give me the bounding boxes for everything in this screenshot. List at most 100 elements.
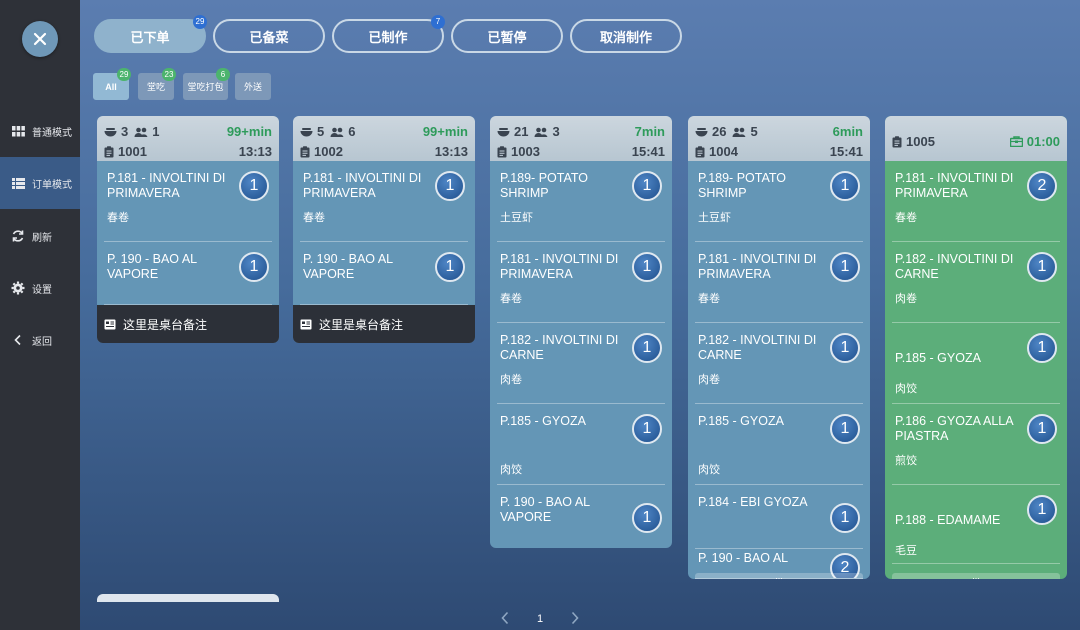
ellipsis-icon: ... — [775, 571, 783, 580]
item-quantity[interactable]: 1 — [632, 333, 662, 363]
item-chinese-name: 春卷 — [303, 212, 325, 224]
order-item[interactable]: P. 190 - BAO AL VAPORE 1 — [497, 485, 665, 548]
item-name: P. 190 - BAO AL VAPORE — [303, 252, 393, 281]
filter-all[interactable]: All 29 — [93, 68, 131, 100]
close-button[interactable] — [22, 21, 58, 57]
order-item[interactable]: P.185 - GYOZA 肉饺 1 — [497, 404, 665, 485]
item-quantity[interactable]: 1 — [830, 333, 860, 363]
sidebar-item-refresh[interactable]: 刷新 — [0, 210, 80, 262]
order-item[interactable]: P.185 - GYOZA 肉饺 1 — [892, 323, 1060, 404]
order-card[interactable]: 26 5 6min 1004 15:41 P.189- POTATO SHRIM… — [688, 116, 870, 579]
filter-dine-in-takeaway[interactable]: 堂吃打包 6 — [183, 68, 230, 100]
bowl-icon — [300, 127, 313, 137]
item-quantity[interactable]: 1 — [435, 171, 465, 201]
item-quantity[interactable]: 1 — [830, 414, 860, 444]
prev-page-button[interactable] — [500, 611, 510, 628]
item-quantity[interactable]: 1 — [1027, 333, 1057, 363]
order-item[interactable]: P.186 - GYOZA ALLA PIASTRA 煎饺 1 — [892, 404, 1060, 485]
order-item[interactable]: P.182 - INVOLTINI DI CARNE 肉卷 1 — [892, 242, 1060, 323]
tab-prepared[interactable]: 已备菜 — [213, 19, 325, 53]
item-chinese-name: 肉饺 — [895, 383, 917, 395]
item-quantity[interactable]: 1 — [1027, 414, 1057, 444]
item-quantity[interactable]: 1 — [239, 171, 269, 201]
current-page: 1 — [536, 613, 544, 625]
item-chinese-name: 肉卷 — [895, 293, 917, 305]
guest-count: 5 — [317, 124, 325, 139]
order-item[interactable]: P.184 - EBI GYOZA 1 — [695, 485, 863, 549]
note-icon — [300, 319, 312, 330]
order-card[interactable]: 21 3 7min 1003 15:41 P.189- POTATO SHRIM… — [490, 116, 672, 548]
order-item[interactable]: P.189- POTATO SHRIMP 土豆虾 1 — [695, 161, 863, 242]
order-item[interactable]: P.182 - INVOLTINI DI CARNE 肉卷 1 — [695, 323, 863, 404]
tab-made[interactable]: 已制作 7 — [332, 15, 445, 53]
order-item[interactable]: P.181 - INVOLTINI DI PRIMAVERA 春卷 1 — [300, 161, 468, 242]
item-chinese-name: 肉卷 — [500, 374, 522, 386]
order-card-header: 5 6 99+min 1002 13:13 — [293, 116, 475, 161]
order-card[interactable]: 3 1 99+min 1001 13:13 P.181 - INVOLTINI … — [97, 116, 279, 343]
people-count: 5 — [750, 124, 758, 139]
item-quantity[interactable]: 2 — [1027, 171, 1057, 201]
item-name: P.186 - GYOZA ALLA PIASTRA — [895, 414, 1013, 443]
item-chinese-name: 肉饺 — [698, 464, 720, 476]
order-item[interactable]: P. 190 - BAO AL VAPORE 1 — [300, 242, 468, 305]
people-count: 3 — [552, 124, 560, 139]
item-quantity[interactable]: 1 — [632, 503, 662, 533]
item-quantity[interactable]: 1 — [435, 252, 465, 282]
tab-count-badge: 29 — [193, 15, 207, 29]
order-number: 1002 — [314, 144, 343, 159]
filter-count-badge: 29 — [117, 68, 131, 81]
sidebar-item-normal-mode[interactable]: 普通模式 — [0, 105, 80, 157]
order-card[interactable]: 5 6 99+min 1002 13:13 P.181 - INVOLTINI … — [293, 116, 475, 343]
order-item[interactable]: P.181 - INVOLTINI DI PRIMAVERA 春卷 1 — [695, 242, 863, 323]
order-card[interactable]: 1005 01:00 P.181 - INVOLTINI DI PRIMAVER… — [885, 116, 1067, 579]
order-item[interactable]: P. 190 - BAO AL VAPORE 1 — [104, 242, 272, 305]
sidebar-item-back[interactable]: 返回 — [0, 314, 80, 366]
item-quantity[interactable]: 1 — [830, 171, 860, 201]
tab-cancelled[interactable]: 取消制作 — [570, 19, 682, 53]
sidebar-item-order-mode[interactable]: 订单模式 — [0, 157, 80, 209]
filter-dine-in[interactable]: 堂吃 23 — [138, 68, 176, 100]
pagination: 1 — [500, 611, 580, 627]
tab-paused[interactable]: 已暂停 — [451, 19, 563, 53]
order-item[interactable]: P.181 - INVOLTINI DI PRIMAVERA 春卷 2 — [892, 161, 1060, 242]
item-quantity[interactable]: 1 — [632, 171, 662, 201]
clipboard-icon — [104, 145, 114, 158]
order-item[interactable]: P.181 - INVOLTINI DI PRIMAVERA 春卷 1 — [497, 242, 665, 323]
clipboard-icon — [892, 135, 902, 148]
item-name: P. 190 - BAO AL VAPORE — [500, 495, 590, 524]
item-chinese-name: 煎饺 — [895, 455, 917, 467]
takeaway-bag-icon — [1009, 136, 1023, 147]
item-quantity[interactable]: 1 — [239, 252, 269, 282]
item-quantity[interactable]: 1 — [632, 252, 662, 282]
guest-count: 26 — [712, 124, 727, 139]
ellipsis-icon: ... — [972, 571, 980, 580]
order-card-stub[interactable] — [97, 594, 279, 602]
tab-ordered[interactable]: 已下单 29 — [94, 15, 207, 53]
people-count: 1 — [152, 124, 160, 139]
order-item[interactable]: P.189- POTATO SHRIMP 土豆虾 1 — [497, 161, 665, 242]
order-card-header: 26 5 6min 1004 15:41 — [688, 116, 870, 161]
filter-count-badge: 23 — [162, 68, 176, 81]
next-page-button[interactable] — [570, 611, 580, 628]
bowl-icon — [104, 127, 117, 137]
order-item[interactable]: P.182 - INVOLTINI DI CARNE 肉卷 1 — [497, 323, 665, 404]
item-name: P.184 - EBI GYOZA — [698, 495, 808, 509]
item-chinese-name: 毛豆 — [895, 545, 917, 557]
item-quantity[interactable]: 1 — [830, 252, 860, 282]
item-quantity[interactable]: 1 — [1027, 495, 1057, 525]
item-name: P.182 - INVOLTINI DI CARNE — [698, 333, 817, 362]
sidebar-item-label: 设置 — [32, 284, 52, 296]
tab-count-badge: 7 — [431, 15, 445, 29]
sidebar-item-settings[interactable]: 设置 — [0, 262, 80, 314]
order-item[interactable]: P.181 - INVOLTINI DI PRIMAVERA 春卷 1 — [104, 161, 272, 242]
item-quantity[interactable]: 1 — [830, 503, 860, 533]
item-name: P.182 - INVOLTINI DI CARNE — [895, 252, 1014, 281]
order-number: 1005 — [906, 134, 935, 149]
sidebar-item-label: 刷新 — [32, 232, 52, 244]
item-quantity[interactable]: 1 — [1027, 252, 1057, 282]
order-item[interactable]: P.185 - GYOZA 肉饺 1 — [695, 404, 863, 485]
order-item[interactable]: P.188 - EDAMAME 毛豆 1 — [892, 485, 1060, 564]
item-quantity[interactable]: 1 — [632, 414, 662, 444]
filter-delivery[interactable]: 外送 — [235, 73, 271, 100]
tab-label: 已暂停 — [487, 29, 527, 45]
